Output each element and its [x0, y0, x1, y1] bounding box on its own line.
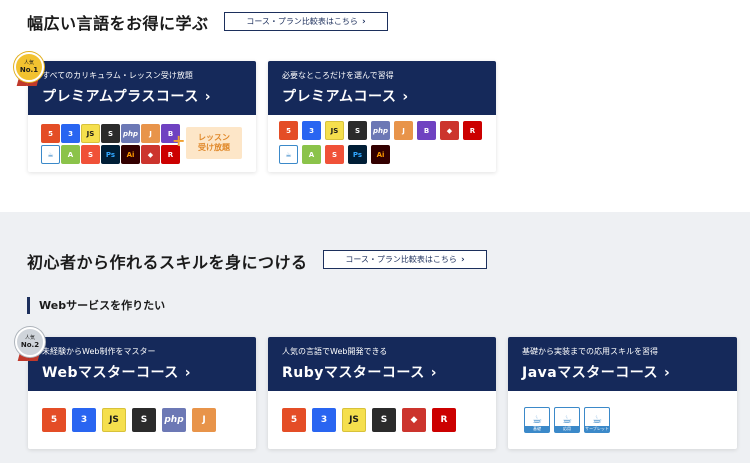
- card-title: プレミアムプラスコース ›: [42, 86, 244, 106]
- course-name: プレミアムコース: [282, 89, 397, 105]
- android-icon: A: [302, 145, 321, 164]
- php-icon: php: [162, 408, 186, 432]
- jquery-icon: J: [192, 408, 216, 432]
- plus-icon: +: [172, 131, 186, 150]
- ruby-icon: ◆: [402, 408, 426, 432]
- sass-icon: S: [132, 408, 156, 432]
- rank-badge-no2: 人気 No.2: [15, 327, 45, 357]
- course-card-ruby-master[interactable]: 人気の言語でWeb開発できる Rubyマスターコース › 5 3 JS S ◆ R: [268, 337, 496, 449]
- chevron-right-icon: ›: [402, 89, 409, 105]
- card-tagline: すべてのカリキュラム・レッスン受け放題: [42, 71, 193, 80]
- ruby-icon: ◆: [440, 121, 459, 140]
- html5-icon: 5: [42, 408, 66, 432]
- compare-table-button[interactable]: コース・プラン比較表はこちら ›: [323, 250, 487, 269]
- card-tagline: 未経験からWeb制作をマスター: [42, 347, 156, 356]
- badge-rank-label: No.1: [19, 66, 39, 74]
- section1-title: 幅広い言語をお得に学ぶ: [27, 14, 209, 33]
- rails-icon: R: [463, 121, 482, 140]
- javascript-icon: JS: [342, 408, 366, 432]
- level-label: 応用: [555, 426, 579, 432]
- photoshop-icon: Ps: [348, 145, 367, 164]
- javascript-icon: JS: [102, 408, 126, 432]
- card-tagline: 基礎から実装までの応用スキルを習得: [522, 347, 658, 356]
- course-card-java-master[interactable]: 基礎から実装までの応用スキルを習得 Javaマスターコース › ☕ 基礎 ☕ 応用…: [508, 337, 737, 449]
- java-icon: ☕: [562, 413, 572, 426]
- chevron-right-icon: ›: [361, 16, 366, 27]
- card-header: 人気の言語でWeb開発できる Rubyマスターコース ›: [268, 337, 496, 391]
- course-card-premium[interactable]: 必要なところだけを選んで習得 プレミアムコース › 5 3 JS S php J …: [268, 61, 496, 172]
- sass-icon: S: [372, 408, 396, 432]
- ruby-icon: ◆: [141, 145, 160, 164]
- java-icon: ☕: [279, 145, 298, 164]
- java-icon: ☕: [41, 145, 60, 164]
- jquery-icon: J: [394, 121, 413, 140]
- swift-icon: S: [325, 145, 344, 164]
- css3-icon: 3: [312, 408, 336, 432]
- card-title: Javaマスターコース ›: [522, 362, 725, 382]
- bootstrap-icon: B: [417, 121, 436, 140]
- photoshop-icon: Ps: [101, 145, 120, 164]
- chevron-right-icon: ›: [204, 89, 211, 105]
- sass-icon: S: [348, 121, 367, 140]
- level-label: サーブレット: [585, 426, 609, 432]
- java-icon: ☕: [592, 413, 602, 426]
- course-card-web-master[interactable]: 未経験からWeb制作をマスター Webマスターコース › 5 3 JS S php…: [28, 337, 256, 449]
- card-header: すべてのカリキュラム・レッスン受け放題 プレミアムプラスコース ›: [28, 61, 256, 115]
- card-header: 基礎から実装までの応用スキルを習得 Javaマスターコース ›: [508, 337, 737, 391]
- php-icon: php: [371, 121, 390, 140]
- html5-icon: 5: [282, 408, 306, 432]
- chevron-right-icon: ›: [664, 365, 671, 381]
- illustrator-icon: Ai: [121, 145, 140, 164]
- php-icon: php: [121, 124, 140, 143]
- rank-badge-no1: 人気 No.1: [14, 52, 44, 82]
- html5-icon: 5: [41, 124, 60, 143]
- card-title: プレミアムコース ›: [282, 86, 484, 106]
- css3-icon: 3: [302, 121, 321, 140]
- course-name: Javaマスターコース: [522, 365, 659, 381]
- card-tagline: 必要なところだけを選んで習得: [282, 71, 394, 80]
- swift-icon: S: [81, 145, 100, 164]
- chevron-right-icon: ›: [430, 365, 437, 381]
- compare-label: コース・プラン比較表はこちら: [345, 255, 457, 264]
- compare-table-button[interactable]: コース・プラン比較表はこちら ›: [224, 12, 388, 31]
- jquery-icon: J: [141, 124, 160, 143]
- subtitle-web-service: Webサービスを作りたい: [27, 297, 165, 314]
- chevron-right-icon: ›: [184, 365, 192, 381]
- illustrator-icon: Ai: [371, 145, 390, 164]
- java-servlet-icon: ☕ サーブレット: [584, 407, 610, 433]
- javascript-icon: JS: [325, 121, 344, 140]
- badge-rank-label: No.2: [20, 341, 40, 349]
- sass-icon: S: [101, 124, 120, 143]
- compare-label: コース・プラン比較表はこちら: [246, 17, 358, 26]
- lesson-unlimited-badge: レッスン 受け放題: [186, 127, 242, 159]
- card-header: 未経験からWeb制作をマスター Webマスターコース ›: [28, 337, 256, 391]
- java-basic-icon: ☕ 基礎: [524, 407, 550, 433]
- card-tagline: 人気の言語でWeb開発できる: [282, 347, 388, 356]
- course-name: Webマスターコース: [42, 365, 179, 381]
- java-advanced-icon: ☕ 応用: [554, 407, 580, 433]
- card-title: Rubyマスターコース ›: [282, 362, 484, 382]
- android-icon: A: [61, 145, 80, 164]
- level-label: 基礎: [525, 426, 549, 432]
- java-icon: ☕: [532, 413, 542, 426]
- chevron-right-icon: ›: [460, 254, 465, 265]
- course-name: Rubyマスターコース: [282, 365, 425, 381]
- rails-icon: R: [432, 408, 456, 432]
- course-name: プレミアムプラスコース: [42, 89, 199, 105]
- html5-icon: 5: [279, 121, 298, 140]
- section2-title: 初心者から作れるスキルを身につける: [27, 253, 308, 272]
- css3-icon: 3: [72, 408, 96, 432]
- javascript-icon: JS: [81, 124, 100, 143]
- card-header: 必要なところだけを選んで習得 プレミアムコース ›: [268, 61, 496, 115]
- card-title: Webマスターコース ›: [42, 362, 244, 382]
- css3-icon: 3: [61, 124, 80, 143]
- course-card-premium-plus[interactable]: すべてのカリキュラム・レッスン受け放題 プレミアムプラスコース › 5 3 JS …: [28, 61, 256, 172]
